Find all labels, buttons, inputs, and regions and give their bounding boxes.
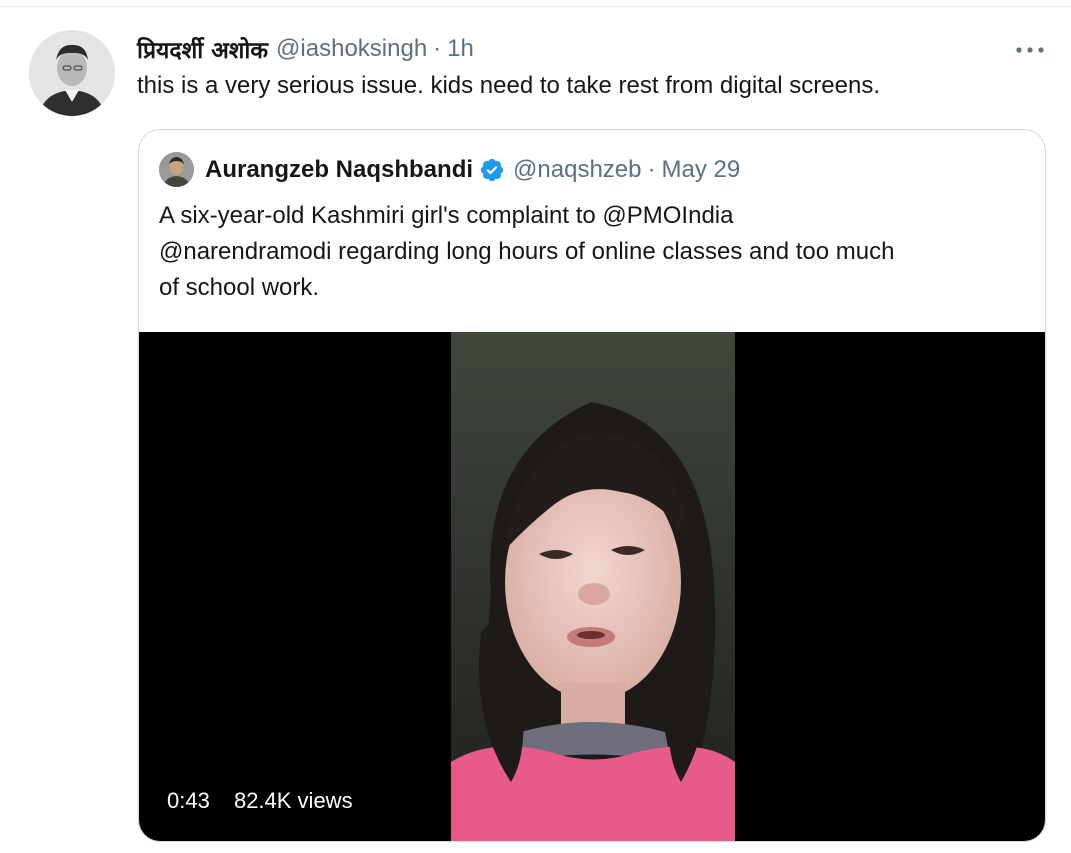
quoted-text-line: @narendramodi regarding long hours of on… (159, 238, 895, 265)
divider (0, 6, 1071, 7)
quoted-tweet-text: A six-year-old Kashmiri girl's complaint… (159, 198, 1039, 306)
tweet-timestamp[interactable]: 1h (447, 35, 474, 63)
video-duration: 0:43 (167, 788, 210, 813)
separator-dot: · (647, 156, 656, 183)
quoted-author-name[interactable]: Aurangzeb Naqshbandi (205, 156, 473, 184)
avatar-image (29, 30, 115, 116)
author-handle[interactable]: @iashoksingh (276, 35, 427, 63)
quoted-text-line: of school work. (159, 274, 320, 301)
video-view-count: 82.4K views (233, 788, 353, 813)
quoted-avatar-image (159, 152, 194, 187)
more-horizontal-icon (1016, 47, 1044, 53)
tweet-text: this is a very serious issue. kids need … (137, 72, 880, 99)
quoted-tweet-card[interactable]: Aurangzeb Naqshbandi @naqshzeb · May 29 … (138, 129, 1046, 842)
video-stats: 0:43 82.4K views (167, 788, 353, 814)
separator-dot: · (433, 35, 442, 62)
verified-badge-icon (479, 157, 505, 183)
tweet[interactable]: प्रियदर्शी अशोक @iashoksingh · 1h this i… (0, 0, 1071, 853)
author-avatar[interactable] (29, 30, 115, 116)
author-name[interactable]: प्रियदर्शी अशोक (137, 33, 268, 65)
tweet-header: प्रियदर्शी अशोक @iashoksingh · 1h (137, 32, 474, 66)
quoted-tweet-date[interactable]: May 29 (661, 156, 740, 184)
quoted-author-avatar[interactable] (159, 152, 194, 187)
quoted-tweet-header: Aurangzeb Naqshbandi @naqshzeb · May 29 (205, 152, 740, 188)
more-button[interactable] (1010, 36, 1050, 64)
video-player[interactable]: 0:43 82.4K views (139, 332, 1045, 841)
quoted-author-handle[interactable]: @naqshzeb (513, 156, 641, 184)
quoted-text-line: A six-year-old Kashmiri girl's complaint… (159, 202, 734, 229)
video-thumbnail (451, 332, 735, 841)
